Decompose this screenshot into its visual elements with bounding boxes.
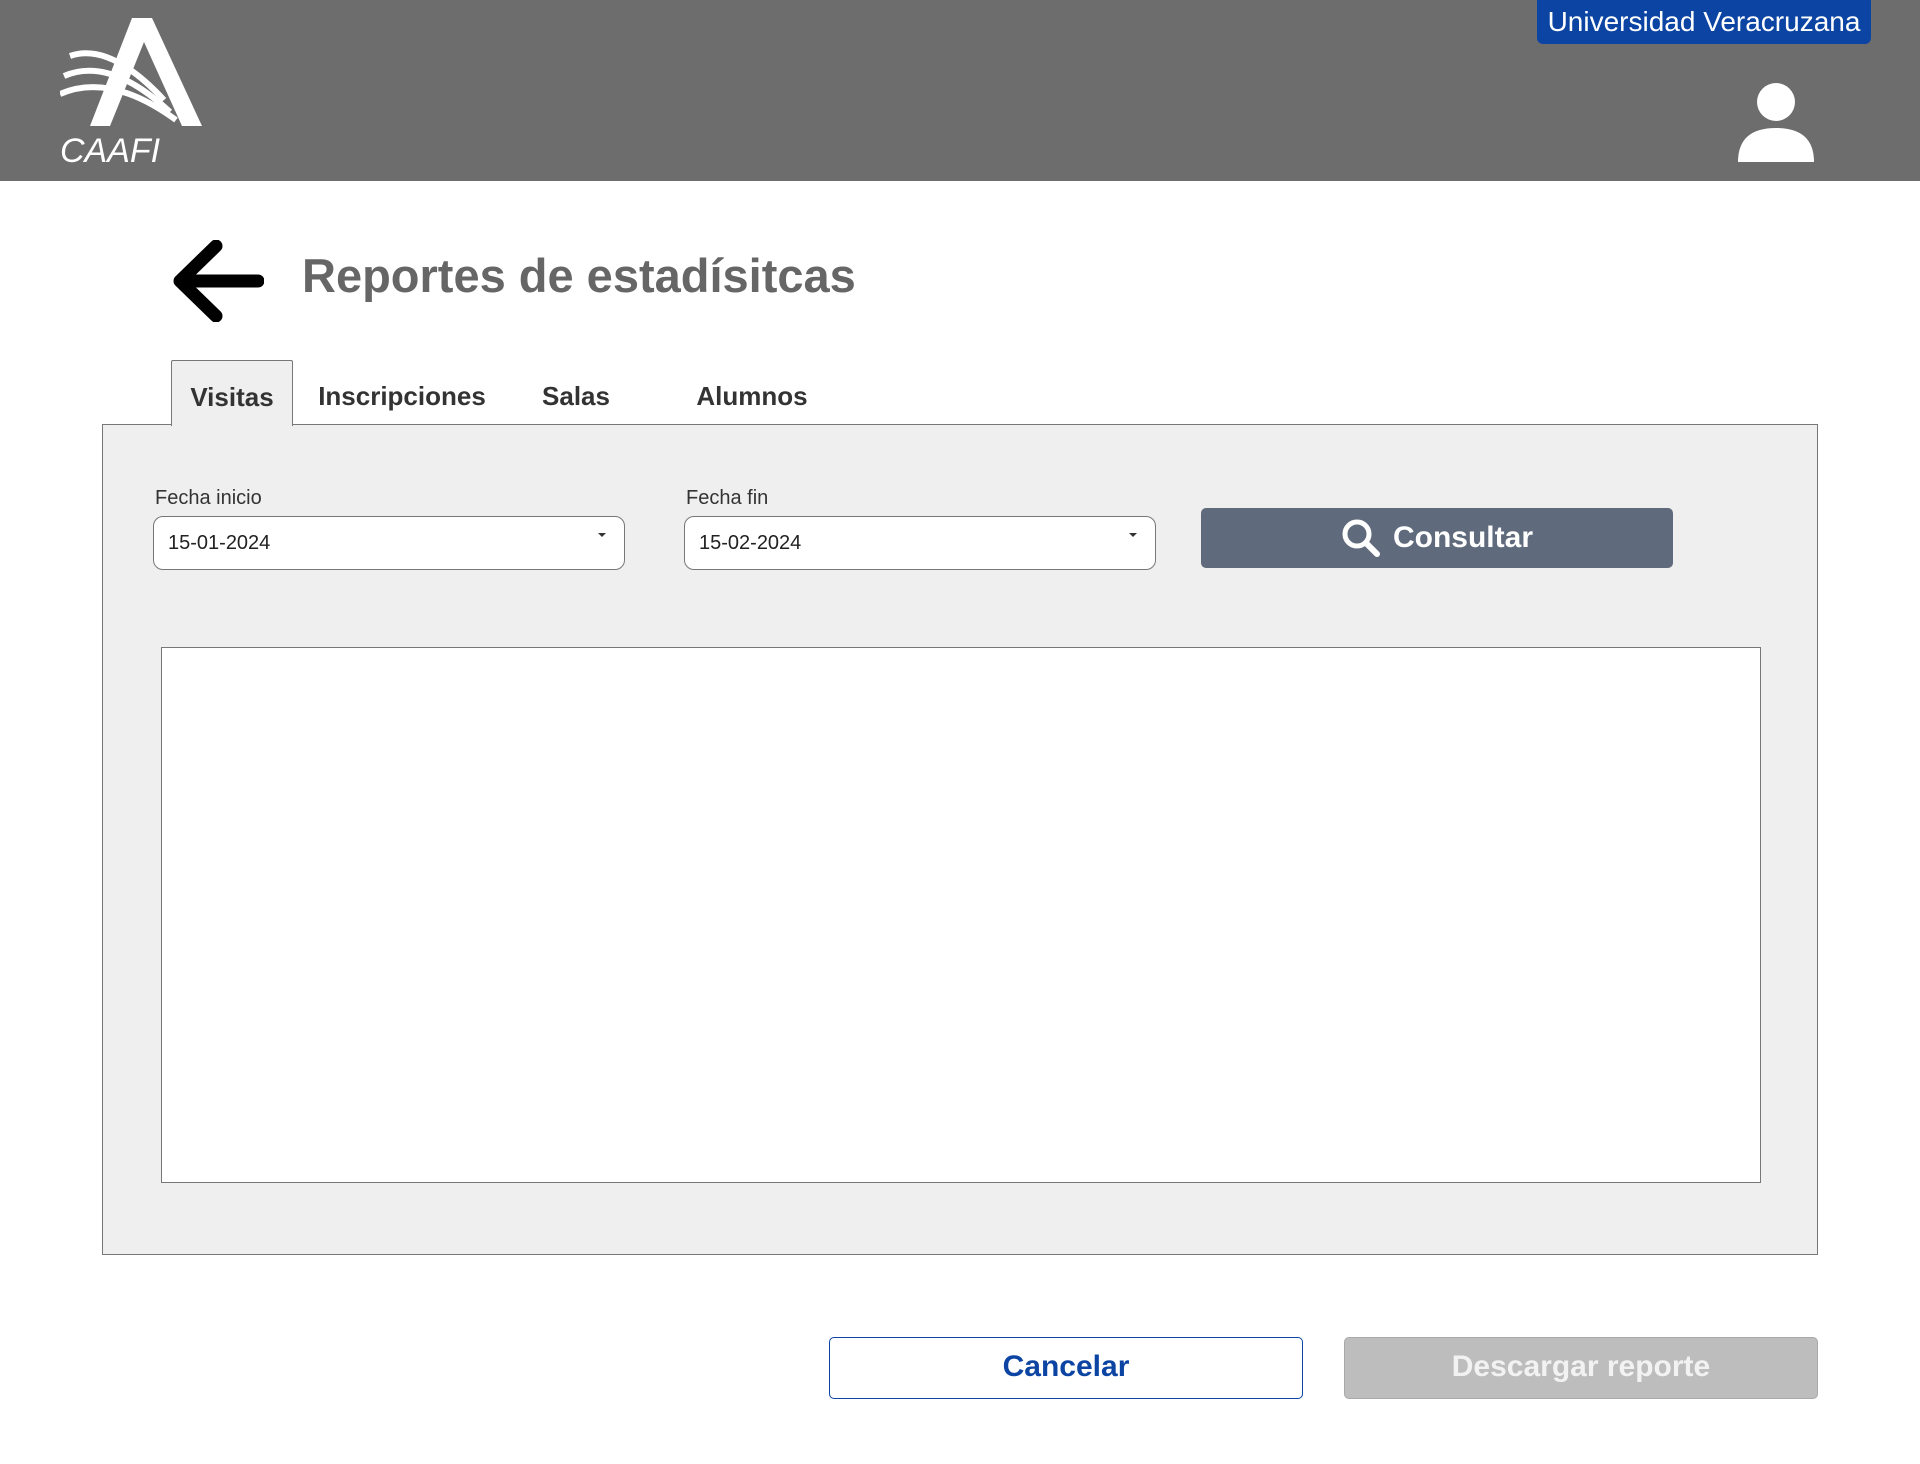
- chevron-down-icon: [1129, 533, 1137, 537]
- institution-badge[interactable]: Universidad Veracruzana: [1537, 0, 1871, 44]
- report-page: CAAFI Universidad Veracruzana Reportes d…: [0, 0, 1920, 1464]
- arrow-left-icon[interactable]: [172, 239, 265, 323]
- start-date-label: Fecha inicio: [155, 487, 262, 509]
- app-header: CAAFI Universidad Veracruzana: [0, 0, 1920, 181]
- end-date-select[interactable]: 15-02-2024: [684, 516, 1156, 570]
- search-icon: [1342, 519, 1380, 557]
- tab-visitas[interactable]: Visitas: [171, 360, 293, 426]
- cancel-button[interactable]: Cancelar: [829, 1337, 1303, 1399]
- report-tabs: Visitas Inscripciones Salas Alumnos: [102, 360, 1818, 426]
- tab-panel-visitas: Fecha inicio 15-01-2024 Fecha fin 15-02-…: [102, 424, 1818, 1255]
- end-date-value: 15-02-2024: [699, 532, 802, 554]
- consult-button[interactable]: Consultar: [1201, 508, 1673, 568]
- logo-text: CAAFI: [60, 132, 161, 166]
- start-date-select[interactable]: 15-01-2024: [153, 516, 625, 570]
- consult-label: Consultar: [1392, 521, 1533, 554]
- end-date-label: Fecha fin: [686, 487, 769, 509]
- start-date-value: 15-01-2024: [168, 532, 271, 554]
- tab-salas[interactable]: Salas: [516, 360, 636, 424]
- tab-alumnos[interactable]: Alumnos: [682, 360, 822, 424]
- chevron-down-icon: [598, 533, 606, 537]
- tab-inscripciones[interactable]: Inscripciones: [314, 360, 490, 424]
- download-report-button[interactable]: Descargar reporte: [1344, 1337, 1818, 1399]
- user-icon[interactable]: [1736, 82, 1816, 162]
- caafi-logo: CAAFI: [58, 16, 202, 170]
- results-area: [161, 647, 1761, 1183]
- page-title: Reportes de estadísitcas: [302, 249, 856, 302]
